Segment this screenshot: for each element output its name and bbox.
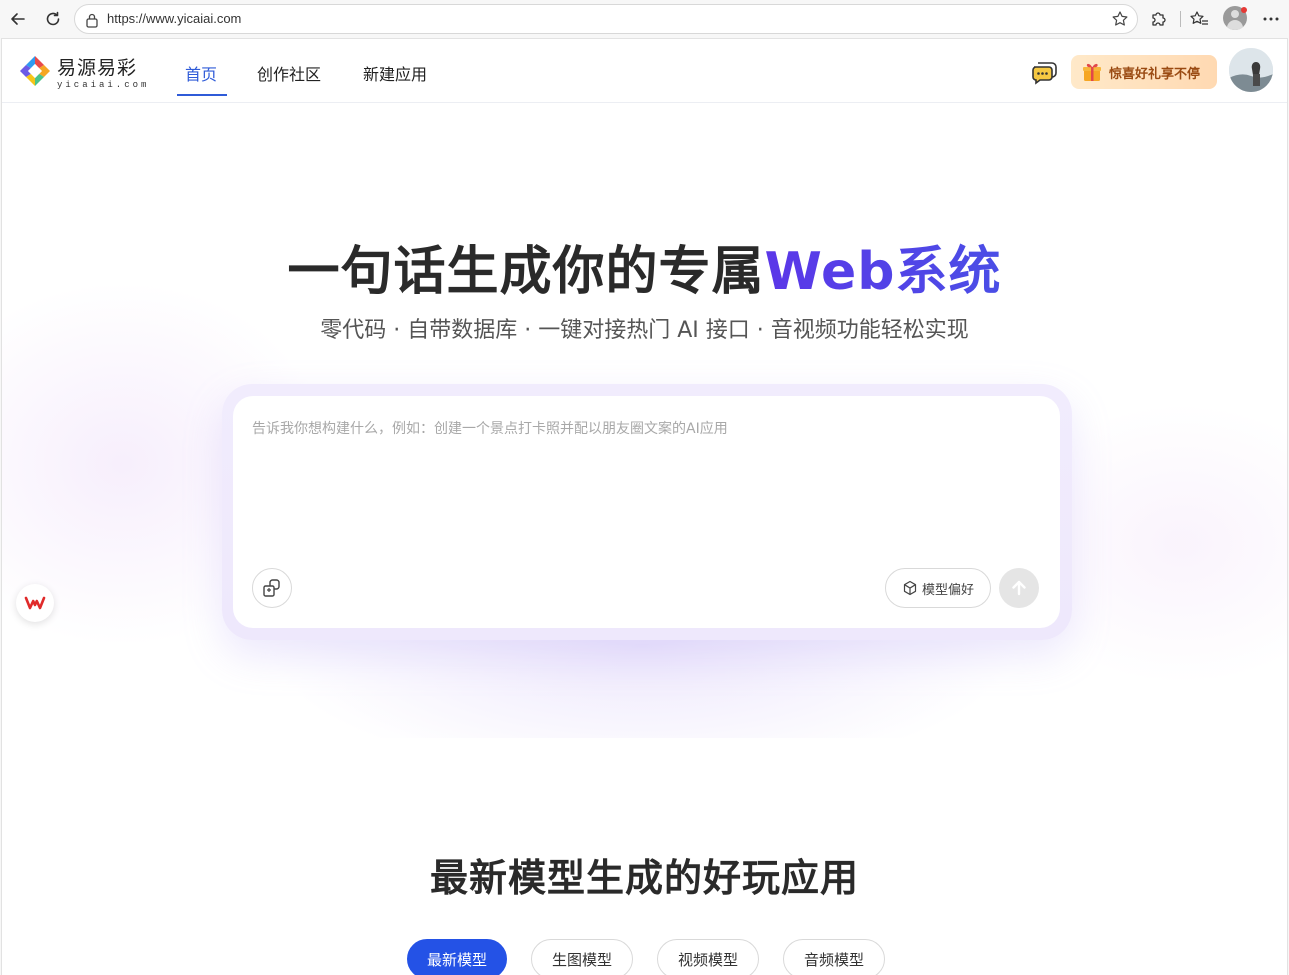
gift-icon bbox=[1083, 63, 1101, 81]
cube-icon bbox=[903, 580, 917, 596]
more-dots-icon bbox=[1263, 17, 1279, 21]
back-arrow-icon bbox=[11, 13, 25, 25]
toolbar-divider bbox=[1180, 11, 1181, 27]
tab-image-models[interactable]: 生图模型 bbox=[531, 939, 633, 975]
favorites-button[interactable] bbox=[1186, 6, 1212, 32]
extensions-button[interactable] bbox=[1145, 6, 1171, 32]
attach-button[interactable] bbox=[252, 568, 292, 608]
model-preference-label: 模型偏好 bbox=[921, 582, 974, 598]
tab-audio-models[interactable]: 音频模型 bbox=[783, 939, 885, 975]
logo-english-domain: yicaiai.com bbox=[57, 80, 150, 90]
nav-active-underline bbox=[177, 94, 227, 96]
arrow-up-icon bbox=[1012, 580, 1026, 596]
send-button[interactable] bbox=[999, 568, 1039, 608]
floating-w-button[interactable] bbox=[16, 584, 54, 622]
web-page: 一句话生成你的专属Web系统 零代码 · 自带数据库 · 一键对接热门 AI 接… bbox=[1, 38, 1288, 975]
lock-icon bbox=[86, 13, 98, 28]
w-logo-icon bbox=[24, 596, 46, 610]
browser-toolbar: https://www.yicaiai.com bbox=[0, 0, 1289, 38]
url-text: https://www.yicaiai.com bbox=[107, 11, 242, 26]
model-preference-button[interactable]: 模型偏好 bbox=[885, 568, 991, 608]
prompt-placeholder: 告诉我你想构建什么，例如：创建一个景点打卡照并配以朋友圈文案的AI应用 bbox=[252, 421, 728, 437]
refresh-button[interactable] bbox=[40, 6, 66, 32]
tab-latest-models[interactable]: 最新模型 bbox=[407, 939, 507, 975]
notification-dot bbox=[1241, 7, 1247, 13]
user-avatar[interactable] bbox=[1229, 48, 1273, 92]
model-tabs: 最新模型 生图模型 视频模型 音频模型 bbox=[2, 939, 1287, 975]
hero-title-highlight: Web系统 bbox=[764, 242, 1002, 302]
hero-subtitle: 零代码 · 自带数据库 · 一键对接热门 AI 接口 · 音视频功能轻松实现 bbox=[320, 318, 969, 343]
site-logo-text[interactable]: 易源易彩 yicaiai.com bbox=[57, 53, 149, 90]
logo-chinese-name: 易源易彩 bbox=[57, 57, 138, 79]
prompt-box-frame: 告诉我你想构建什么，例如：创建一个景点打卡照并配以朋友圈文案的AI应用 模型偏好 bbox=[222, 384, 1072, 640]
user-photo-icon bbox=[1229, 48, 1273, 92]
hero-title-main: 一句话生成你的专属 bbox=[287, 242, 765, 302]
tab-video-models[interactable]: 视频模型 bbox=[657, 939, 759, 975]
nav-new-app[interactable]: 新建应用 bbox=[363, 61, 427, 85]
more-menu-button[interactable] bbox=[1258, 6, 1284, 32]
address-bar[interactable]: https://www.yicaiai.com bbox=[74, 4, 1138, 34]
site-header: 易源易彩 yicaiai.com 首页 创作社区 新建应用 惊喜好礼享不停 bbox=[2, 39, 1287, 103]
puzzle-icon bbox=[1152, 12, 1166, 26]
section-title: 最新模型生成的好玩应用 bbox=[429, 856, 859, 900]
favorite-star-icon[interactable] bbox=[1111, 10, 1129, 28]
gift-label: 惊喜好礼享不停 bbox=[1109, 66, 1201, 82]
favorites-list-icon bbox=[1190, 11, 1208, 25]
message-icon[interactable] bbox=[1030, 59, 1058, 85]
refresh-icon bbox=[46, 11, 60, 26]
site-logo-icon[interactable] bbox=[18, 54, 52, 88]
prompt-input[interactable]: 告诉我你想构建什么，例如：创建一个景点打卡照并配以朋友圈文案的AI应用 模型偏好 bbox=[233, 396, 1060, 628]
attachment-icon bbox=[263, 579, 280, 597]
nav-home[interactable]: 首页 bbox=[185, 61, 217, 85]
back-button[interactable] bbox=[5, 6, 31, 32]
hero-title: 一句话生成你的专属Web系统 bbox=[2, 229, 1287, 304]
gift-promo-button[interactable]: 惊喜好礼享不停 bbox=[1071, 55, 1217, 89]
nav-community[interactable]: 创作社区 bbox=[257, 61, 321, 85]
hero-section: 一句话生成你的专属Web系统 零代码 · 自带数据库 · 一键对接热门 AI 接… bbox=[2, 104, 1287, 738]
